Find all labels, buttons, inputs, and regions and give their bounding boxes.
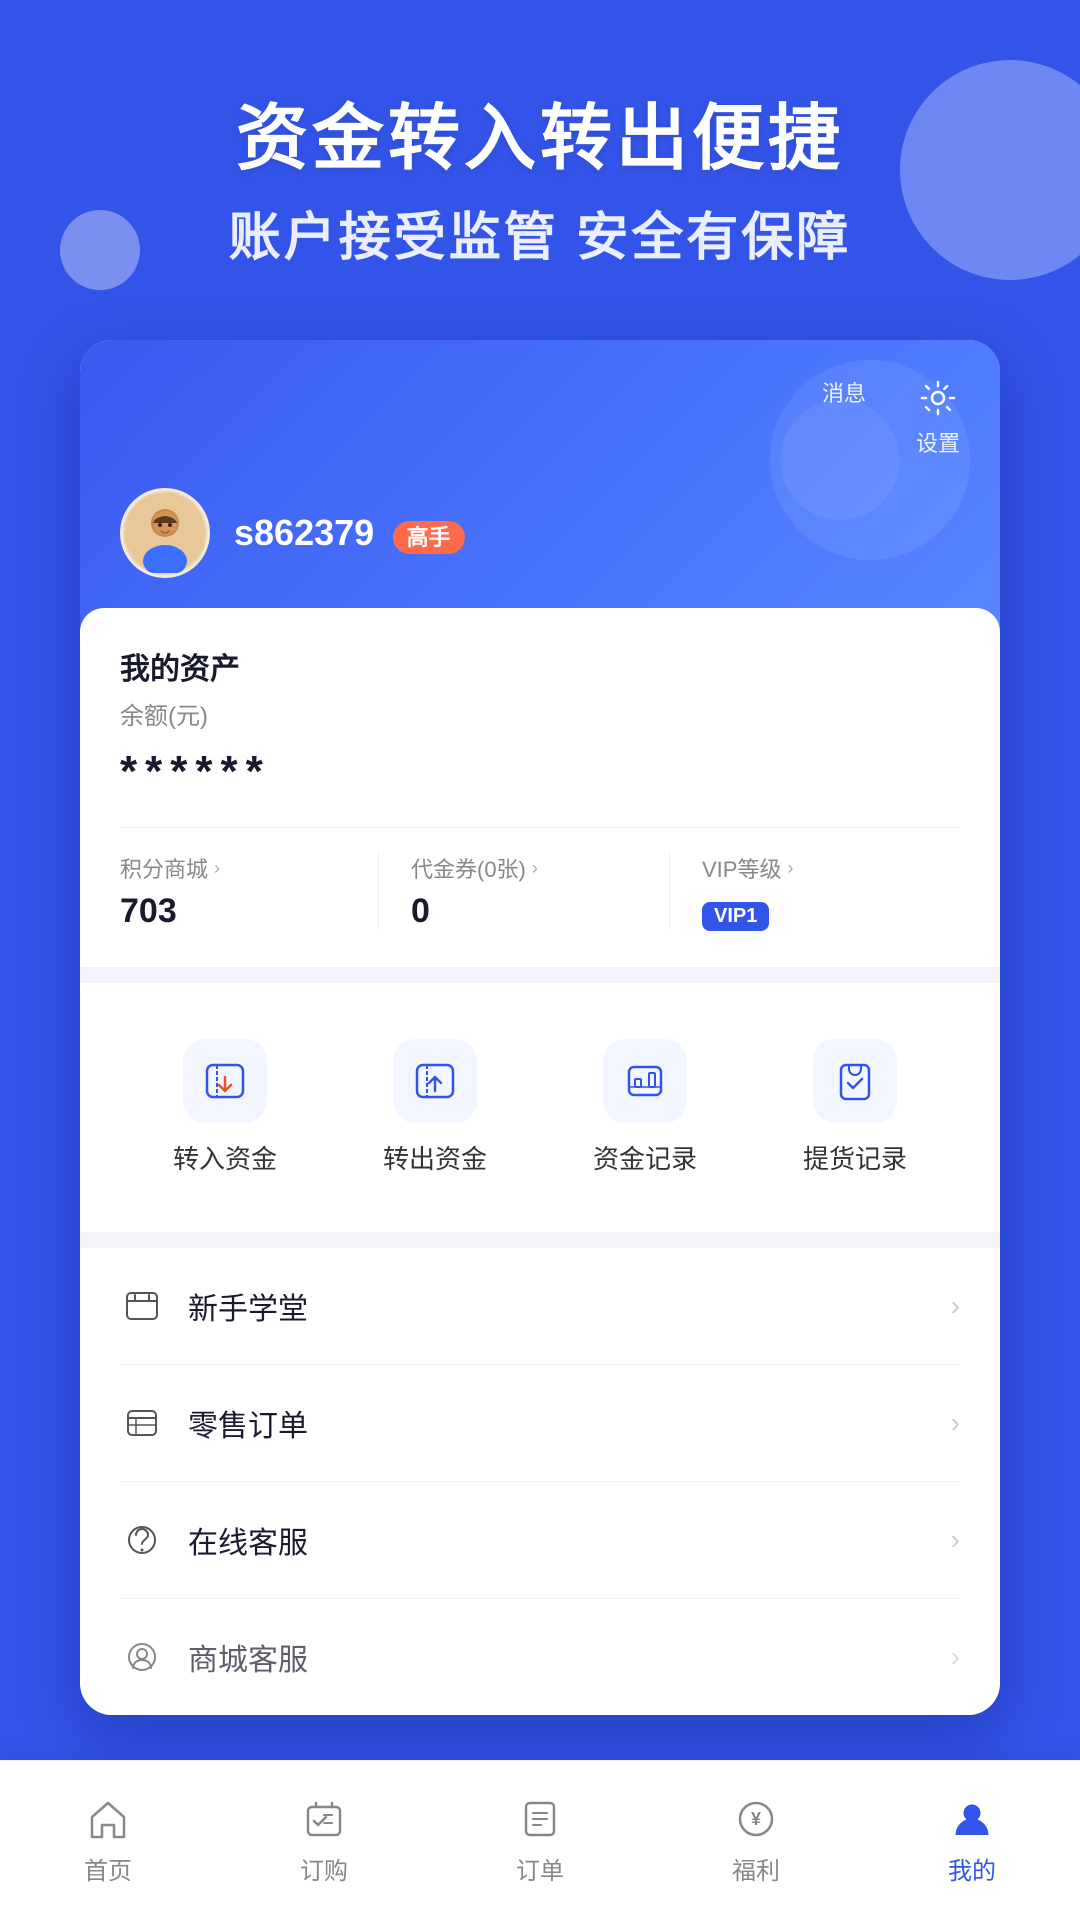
nav-orders[interactable]: 订单 xyxy=(496,1785,584,1896)
fund-record-icon-wrap xyxy=(603,1039,687,1123)
beginner-icon xyxy=(120,1284,164,1328)
avatar-image xyxy=(125,493,205,573)
menu-item-retail[interactable]: 零售订单 › xyxy=(120,1365,960,1482)
vip-badge: VIP1 xyxy=(702,902,769,931)
expert-badge: 高手 xyxy=(393,521,465,554)
balance-label: 余额(元) xyxy=(120,696,960,731)
nav-orders-label: 订单 xyxy=(516,1851,564,1886)
retail-text: 零售订单 xyxy=(188,1401,927,1445)
orders-icon xyxy=(516,1795,564,1843)
hero-subtitle: 账户接受监管 安全有保障 xyxy=(0,195,1080,270)
menu-section: 新手学堂 › 零售订单 › xyxy=(80,1248,1000,1715)
beginner-text: 新手学堂 xyxy=(188,1284,927,1328)
nav-mine[interactable]: 我的 xyxy=(928,1785,1016,1896)
divider-1 xyxy=(80,967,1000,983)
stat-vip-chevron: › xyxy=(787,858,793,879)
nav-order-buy-label: 订购 xyxy=(300,1851,348,1886)
stat-vip-value: VIP1 xyxy=(702,892,960,931)
menu-item-beginner[interactable]: 新手学堂 › xyxy=(120,1248,960,1365)
stat-points-value: 703 xyxy=(120,892,378,931)
retail-icon xyxy=(120,1401,164,1445)
action-pickup-record[interactable]: 提货记录 xyxy=(803,1039,907,1176)
nav-home[interactable]: 首页 xyxy=(64,1785,152,1896)
support-icon xyxy=(120,1518,164,1562)
nav-order-buy[interactable]: 订购 xyxy=(280,1785,368,1896)
hero-section: 资金转入转出便捷 账户接受监管 安全有保障 xyxy=(0,100,1080,270)
menu-item-support[interactable]: 在线客服 › xyxy=(120,1482,960,1599)
nav-welfare[interactable]: ¥ 福利 xyxy=(712,1785,800,1896)
assets-section: 我的资产 余额(元) ****** 积分商城 › 703 代金券(0张) › 0 xyxy=(80,608,1000,967)
fund-record-icon xyxy=(621,1057,669,1105)
fund-record-label: 资金记录 xyxy=(593,1139,697,1176)
settings-icon xyxy=(916,376,960,420)
actions-section: 转入资金 转出资金 xyxy=(80,999,1000,1216)
transfer-out-icon-wrap xyxy=(393,1039,477,1123)
balance-amount: ****** xyxy=(120,747,960,797)
transfer-out-label: 转出资金 xyxy=(383,1139,487,1176)
action-transfer-out[interactable]: 转出资金 xyxy=(383,1039,487,1176)
pickup-record-label: 提货记录 xyxy=(803,1139,907,1176)
beginner-chevron: › xyxy=(951,1290,960,1322)
top-icons-row: 消息 设置 xyxy=(120,376,960,458)
nearby-icon xyxy=(120,1635,164,1679)
assets-title: 我的资产 xyxy=(120,644,960,688)
divider-2 xyxy=(80,1232,1000,1248)
stat-vip-label: VIP等级 › xyxy=(702,852,960,884)
retail-chevron: › xyxy=(951,1407,960,1439)
pickup-record-icon xyxy=(831,1057,879,1105)
support-text: 在线客服 xyxy=(188,1518,927,1562)
home-icon xyxy=(84,1795,132,1843)
stat-voucher-chevron: › xyxy=(532,858,538,879)
main-card: 消息 设置 xyxy=(80,340,1000,1715)
support-chevron: › xyxy=(951,1524,960,1556)
settings-icon-item[interactable]: 设置 xyxy=(916,376,960,458)
nearby-chevron: › xyxy=(951,1641,960,1673)
nav-welfare-label: 福利 xyxy=(732,1851,780,1886)
avatar xyxy=(120,488,210,578)
message-label: 消息 xyxy=(822,376,866,408)
stat-points[interactable]: 积分商城 › 703 xyxy=(120,852,378,931)
menu-item-nearby[interactable]: 商城客服 › xyxy=(120,1599,960,1715)
stat-points-chevron: › xyxy=(214,858,220,879)
pickup-record-icon-wrap xyxy=(813,1039,897,1123)
message-icon-item[interactable]: 消息 xyxy=(822,376,866,458)
stat-vip[interactable]: VIP等级 › VIP1 xyxy=(669,852,960,931)
nav-mine-label: 我的 xyxy=(948,1851,996,1886)
user-row: s862379 高手 xyxy=(120,488,960,578)
nearby-text: 商城客服 xyxy=(188,1635,927,1679)
stat-voucher-value: 0 xyxy=(411,892,669,931)
card-header: 消息 设置 xyxy=(80,340,1000,967)
stat-points-label: 积分商城 › xyxy=(120,852,378,884)
transfer-out-icon xyxy=(411,1057,459,1105)
bottom-nav: 首页 订购 订单 ¥ xyxy=(0,1760,1080,1920)
action-fund-record[interactable]: 资金记录 xyxy=(593,1039,697,1176)
actions-row: 转入资金 转出资金 xyxy=(120,1039,960,1176)
username: s862379 xyxy=(234,512,374,553)
stats-row: 积分商城 › 703 代金券(0张) › 0 VIP等级 › xyxy=(120,827,960,931)
settings-label: 设置 xyxy=(916,426,960,458)
transfer-in-icon-wrap xyxy=(183,1039,267,1123)
mine-icon xyxy=(948,1795,996,1843)
action-transfer-in[interactable]: 转入资金 xyxy=(173,1039,277,1176)
order-buy-icon xyxy=(300,1795,348,1843)
stat-voucher-label: 代金券(0张) › xyxy=(411,852,669,884)
transfer-in-label: 转入资金 xyxy=(173,1139,277,1176)
stat-voucher[interactable]: 代金券(0张) › 0 xyxy=(378,852,669,931)
user-info: s862379 高手 xyxy=(234,512,465,554)
nav-home-label: 首页 xyxy=(84,1851,132,1886)
svg-text:¥: ¥ xyxy=(751,1809,761,1829)
welfare-icon: ¥ xyxy=(732,1795,780,1843)
transfer-in-icon xyxy=(201,1057,249,1105)
hero-title: 资金转入转出便捷 xyxy=(0,100,1080,179)
